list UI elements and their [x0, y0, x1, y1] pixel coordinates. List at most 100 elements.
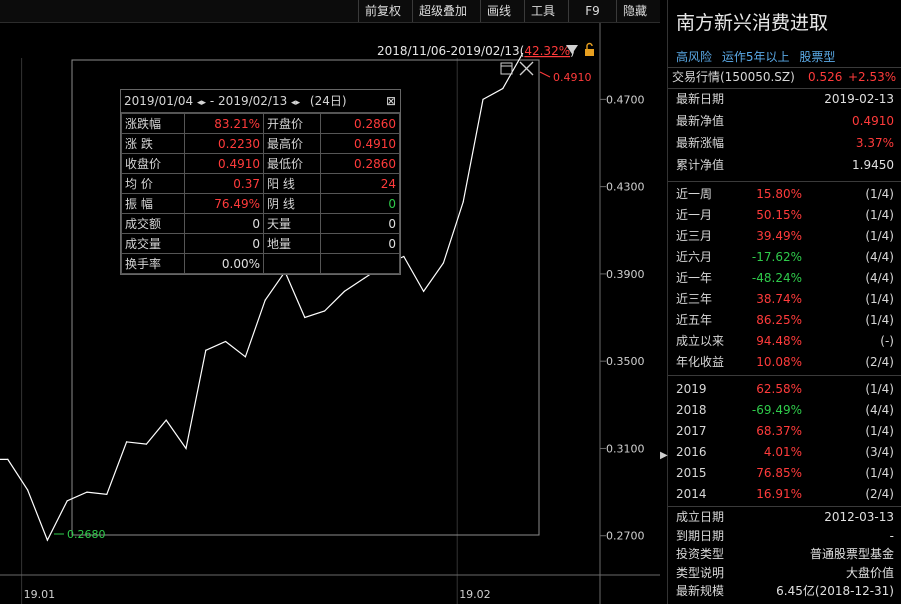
stats-table: 涨跌幅 83.21% 开盘价 0.2860 涨 跌 0.2230 最高价 0.4910 收盘价 0…: [121, 113, 400, 274]
row-label: 年化收益: [676, 355, 725, 369]
data-point: [165, 419, 167, 421]
duration-tag[interactable]: 运作5年以上: [722, 50, 790, 64]
interval-stats-popup: 2019/01/04 ◂▸ - 2019/02/13 ◂▸ (24日) ⊠ 涨跌…: [120, 89, 401, 275]
range-dates: 2018/11/06-2019/02/13(: [377, 44, 524, 58]
x-tick-label: 19.01: [24, 588, 55, 601]
data-point: [264, 299, 266, 301]
period-row[interactable]: 年化收益 10.08% (2/4): [668, 352, 901, 373]
info-row[interactable]: 最新涨幅 3.37%: [668, 133, 901, 154]
row-value: 3.37%: [855, 136, 894, 150]
stat-value: 83.21%: [184, 113, 264, 134]
quote-row[interactable]: 交易行情(150050.SZ) 0.526 +2.53%: [668, 67, 901, 88]
stats-row: 换手率 0.00%: [121, 253, 400, 274]
date-from-stepper-icon[interactable]: ◂▸: [197, 98, 206, 108]
row-label: 2015: [676, 466, 707, 480]
row-value: 94.48%: [756, 334, 802, 348]
row-value: 39.49%: [756, 229, 802, 243]
period-row[interactable]: 近五年 86.25% (1/4): [668, 310, 901, 331]
row-label: 近一周: [676, 187, 713, 201]
row-rank: (1/4): [865, 187, 894, 201]
range-label: 2018/11/06-2019/02/13(42.32%): [377, 44, 575, 58]
stat-label: 成交量: [121, 233, 185, 254]
stat-value: 0.2230: [184, 133, 264, 154]
period-row[interactable]: 近三年 38.74% (1/4): [668, 289, 901, 310]
stats-row: 涨 跌 0.2230 最高价 0.4910: [121, 133, 400, 154]
year-row[interactable]: 2019 62.58% (1/4): [668, 379, 901, 400]
stat-label: 天量: [263, 213, 321, 234]
draw-line-button[interactable]: 画线: [480, 0, 524, 22]
stat-value: 0.4910: [184, 153, 264, 174]
data-point: [244, 356, 246, 358]
period-row[interactable]: 近一月 50.15% (1/4): [668, 205, 901, 226]
info-row[interactable]: 最新净值 0.4910: [668, 111, 901, 132]
period-row[interactable]: 近六月 -17.62% (4/4): [668, 247, 901, 268]
row-value: -17.62%: [751, 250, 802, 264]
period-row[interactable]: 近一周 15.80% (1/4): [668, 184, 901, 205]
panel-toggle-icon[interactable]: ▶: [660, 450, 668, 461]
period-row[interactable]: 近一年 -48.24% (4/4): [668, 268, 901, 289]
row-value: 4.01%: [763, 445, 802, 459]
range-percent: 42.32%: [524, 44, 570, 58]
row-label: 成立以来: [676, 334, 725, 348]
data-point: [185, 447, 187, 450]
year-row[interactable]: 2015 76.85% (1/4): [668, 463, 901, 484]
stat-label: 阳 线: [263, 173, 321, 194]
stats-row: 收盘价 0.4910 最低价 0.2860: [121, 153, 400, 174]
data-point: [46, 539, 49, 541]
row-label: 近一年: [676, 271, 713, 285]
stat-value: 0: [320, 213, 400, 234]
data-point: [7, 458, 9, 460]
meta-row[interactable]: 最新规模 6.45亿(2018-12-31): [668, 581, 901, 602]
x-axis-ticks: 19.01 19.02: [24, 588, 491, 601]
info-row[interactable]: 累计净值 1.9450: [668, 155, 901, 176]
type-tag[interactable]: 股票型: [799, 50, 835, 64]
close-icon[interactable]: [519, 61, 534, 76]
forward-adjust-button[interactable]: 前复权: [358, 0, 412, 22]
year-row[interactable]: 2014 16.91% (2/4): [668, 484, 901, 505]
year-row[interactable]: 2016 4.01% (3/4): [668, 442, 901, 463]
data-point: [225, 340, 227, 343]
hide-button[interactable]: 隐藏: [616, 0, 660, 22]
data-point: [66, 500, 68, 502]
data-point: [126, 441, 128, 443]
risk-tag[interactable]: 高风险: [676, 50, 712, 64]
tools-button[interactable]: 工具: [524, 0, 568, 22]
year-row[interactable]: 2018 -69.49% (4/4): [668, 400, 901, 421]
popup-header: 2019/01/04 ◂▸ - 2019/02/13 ◂▸ (24日) ⊠: [121, 90, 400, 113]
stats-row: 成交量 0 地量 0: [121, 233, 400, 254]
y-axis-ticks: 0.4700 0.4300 0.3900 0.3500 0.3100 0.2700: [600, 93, 645, 543]
row-label: 最新净值: [676, 114, 725, 128]
row-value: 86.25%: [756, 313, 802, 327]
row-label: 2019: [676, 382, 707, 396]
restore-icon[interactable]: [500, 62, 513, 75]
lock-icon[interactable]: [585, 42, 594, 57]
stat-label: 收盘价: [121, 153, 185, 174]
f9-button[interactable]: F9: [568, 0, 616, 22]
chart-toolbar: 前复权 超级叠加 画线 工具 F9 隐藏: [0, 0, 660, 23]
y-tick-label: 0.3900: [606, 268, 645, 281]
stat-value: 0.37: [184, 173, 264, 194]
period-row[interactable]: 成立以来 94.48% (-): [668, 331, 901, 352]
row-value: 6.45亿(2018-12-31): [776, 584, 894, 598]
year-row[interactable]: 2017 68.37% (1/4): [668, 421, 901, 442]
quote-change: +2.53%: [848, 70, 897, 84]
row-value: 16.91%: [756, 487, 802, 501]
date-to[interactable]: 2019/02/13: [218, 94, 287, 108]
data-point: [27, 489, 29, 491]
y-tick-label: 0.4700: [606, 93, 645, 106]
quote-price: 0.526: [808, 70, 843, 84]
date-to-stepper-icon[interactable]: ◂▸: [291, 98, 300, 108]
info-row[interactable]: 最新日期 2019-02-13: [668, 89, 901, 110]
period-row[interactable]: 近三月 39.49% (1/4): [668, 226, 901, 247]
y-tick-label: 0.3500: [606, 355, 645, 368]
data-point: [363, 277, 365, 279]
stat-label: 阴 线: [263, 193, 321, 214]
row-value: 10.08%: [756, 355, 802, 369]
data-point: [145, 443, 147, 445]
row-rank: (4/4): [865, 271, 894, 285]
row-value: 38.74%: [756, 292, 802, 306]
popup-close-icon[interactable]: ⊠: [386, 90, 396, 112]
row-value: -48.24%: [751, 271, 802, 285]
super-overlay-button[interactable]: 超级叠加: [412, 0, 480, 22]
date-from[interactable]: 2019/01/04: [124, 94, 193, 108]
